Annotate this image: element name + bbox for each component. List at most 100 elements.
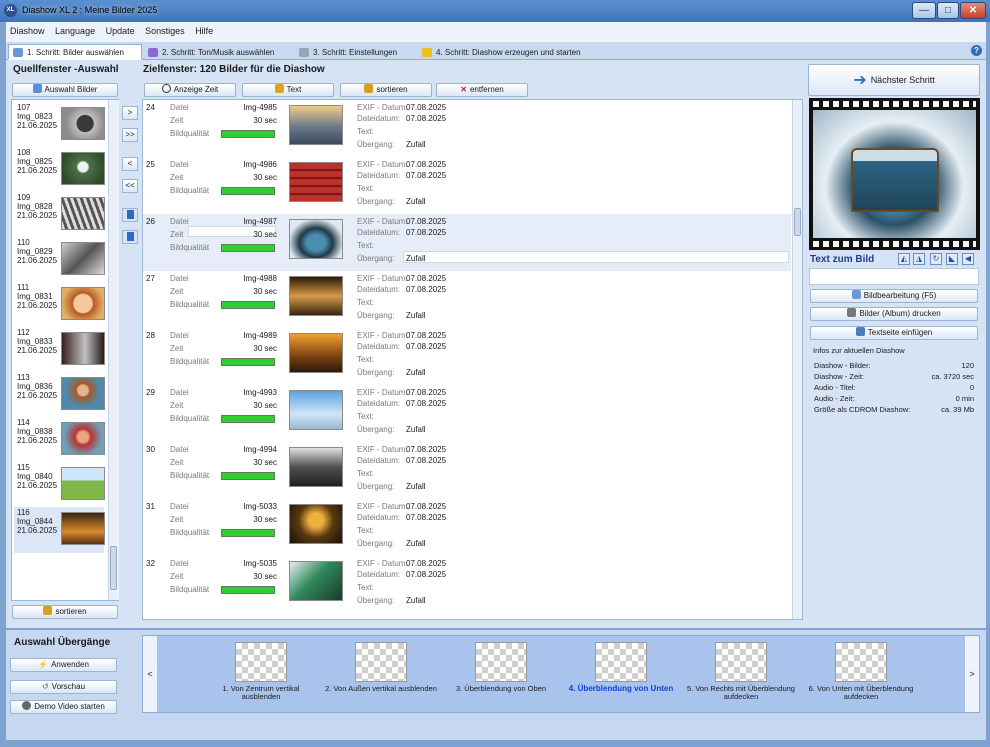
list-item[interactable]: 115 Img_0840 21.06.2025 [14, 462, 105, 505]
table-row[interactable]: 24 Datei Zeit Bildqualität Img-4985 30 sec EXI… [143, 100, 791, 157]
menu-update[interactable]: Update [102, 22, 139, 36]
quality-label: Bildqualität [170, 585, 210, 594]
app-icon: XL [4, 4, 17, 17]
source-scrollbar[interactable] [108, 100, 119, 600]
flip-vertical-icon[interactable]: ◀ [962, 253, 974, 265]
transition-label: Übergang: [357, 482, 395, 491]
transition-item[interactable]: 6. Von Unten mit Überblendung aufdecken [805, 642, 917, 701]
quality-bar [221, 130, 275, 138]
minimize-button[interactable]: — [912, 2, 936, 19]
display-time-button[interactable]: Anzeige Zeit [144, 83, 236, 97]
info-row: Größe als CDROM Diashow: ca. 39 Mb [814, 405, 974, 414]
scrollbar-thumb[interactable] [794, 208, 801, 236]
preview-button[interactable]: ↺ Vorschau [10, 680, 117, 694]
transition-field[interactable] [403, 251, 789, 263]
exif-label: EXIF - Datum: [357, 274, 408, 283]
add-button[interactable]: > [122, 106, 138, 120]
filedate-label: Dateidatum: [357, 399, 401, 408]
list-item[interactable]: 109 Img_0828 21.06.2025 [14, 192, 105, 235]
time-label: Zeit [170, 515, 184, 524]
add-all-button[interactable]: >> [122, 128, 138, 142]
file-name: Img-5033 [243, 502, 277, 511]
demo-video-button[interactable]: Demo Video starten [10, 700, 117, 714]
menu-language[interactable]: Language [51, 22, 99, 36]
tab-step-3[interactable]: 3. Schritt: Einstellungen [294, 44, 416, 60]
table-row[interactable]: 30 Datei Zeit Bildqualität Img-4994 30 sec EXI… [143, 442, 791, 499]
source-sort-button[interactable]: sortieren [12, 605, 118, 619]
flip-horizontal-icon[interactable]: ◣ [946, 253, 958, 265]
time-label: Zeit [170, 287, 184, 296]
refresh-icon[interactable]: ↻ [930, 253, 942, 265]
remove-button[interactable]: < [122, 157, 138, 171]
transition-label: Übergang: [357, 197, 395, 206]
time-value: 30 sec [253, 344, 277, 353]
transitions-prev-button[interactable]: < [143, 636, 157, 712]
tab-step-4[interactable]: 4. Schritt: Diashow erzeugen und starten [417, 44, 617, 60]
table-row[interactable]: 27 Datei Zeit Bildqualität Img-4988 30 sec EXI… [143, 271, 791, 328]
apply-button[interactable]: ⚡ Anwenden [10, 658, 117, 672]
thumbnail-image [61, 152, 105, 185]
remove-images-button[interactable]: ✕ entfernen [436, 83, 528, 97]
move-up-icon[interactable] [122, 208, 138, 222]
text-button[interactable]: Text [242, 83, 334, 97]
list-item[interactable]: 110 Img_0829 21.06.2025 [14, 237, 105, 280]
transition-preview [475, 642, 527, 682]
transition-item[interactable]: 4. Überblendung von Unten [565, 642, 677, 693]
settings-icon [299, 48, 309, 57]
thumbnail-image [61, 422, 105, 455]
quality-label: Bildqualität [170, 129, 210, 138]
transition-item[interactable]: 5. Von Rechts mit Überblendung aufdecken [685, 642, 797, 701]
close-button[interactable]: ✕ [960, 2, 986, 19]
transition-item[interactable]: 1. Von Zentrum vertikal ausblenden [205, 642, 317, 701]
move-down-icon[interactable] [122, 230, 138, 244]
target-sort-button[interactable]: sortieren [340, 83, 432, 97]
menu-sonstiges[interactable]: Sonstiges [141, 22, 189, 36]
menu-diashow[interactable]: Diashow [6, 22, 49, 36]
list-item[interactable]: 114 Img_0838 21.06.2025 [14, 417, 105, 460]
row-thumbnail [289, 561, 343, 601]
image-text-input[interactable] [809, 268, 979, 285]
maximize-button[interactable]: □ [937, 2, 959, 19]
quality-label: Bildqualität [170, 300, 210, 309]
filedate-label: Dateidatum: [357, 228, 401, 237]
list-item[interactable]: 108 Img_0825 21.06.2025 [14, 147, 105, 190]
source-list[interactable]: 107 Img_0823 21.06.2025 108 Img_0825 21.06.2… [11, 99, 119, 601]
table-row[interactable]: 26 Datei Zeit Bildqualität Img-4987 30 sec EXI… [143, 214, 791, 271]
rotate-right-icon[interactable]: ◮ [913, 253, 925, 265]
file-date: 07.08.2025 [406, 285, 447, 294]
insert-textpage-button[interactable]: Textseite einfügen [810, 326, 978, 340]
row-number: 27 [146, 274, 155, 283]
file-date: 07.08.2025 [406, 399, 447, 408]
next-step-button[interactable]: ➔ Nächster Schritt [808, 64, 980, 96]
tab-step-2[interactable]: 2. Schritt: Ton/Musik auswählen [143, 44, 293, 60]
help-icon[interactable]: ? [971, 45, 982, 56]
arrow-right-icon: ➔ [853, 72, 867, 89]
list-item[interactable]: 113 Img_0836 21.06.2025 [14, 372, 105, 415]
quality-label: Bildqualität [170, 186, 210, 195]
list-item[interactable]: 116 Img_0844 21.06.2025 [14, 507, 105, 553]
image-edit-button[interactable]: Bildbearbeitung (F5) [810, 289, 978, 303]
transition-item[interactable]: 2. Von Außen vertikal ausblenden [325, 642, 437, 693]
table-row[interactable]: 28 Datei Zeit Bildqualität Img-4989 30 sec EXI… [143, 328, 791, 385]
table-row[interactable]: 31 Datei Zeit Bildqualität Img-5033 30 sec EXI… [143, 499, 791, 556]
table-row[interactable]: 25 Datei Zeit Bildqualität Img-4986 30 sec EXI… [143, 157, 791, 214]
remove-all-button[interactable]: << [122, 179, 138, 193]
table-row[interactable]: 29 Datei Zeit Bildqualität Img-4993 30 sec EXI… [143, 385, 791, 442]
tab-step-1[interactable]: 1. Schritt: Bilder auswählen [8, 44, 142, 60]
filedate-label: Dateidatum: [357, 570, 401, 579]
target-scrollbar[interactable] [792, 100, 802, 619]
list-item[interactable]: 112 Img_0833 21.06.2025 [14, 327, 105, 370]
list-item[interactable]: 111 Img_0831 21.06.2025 [14, 282, 105, 325]
scrollbar-thumb[interactable] [110, 546, 117, 590]
select-images-button[interactable]: Auswahl Bilder [12, 83, 118, 97]
table-row[interactable]: 32 Datei Zeit Bildqualität Img-5035 30 sec EXI… [143, 556, 791, 613]
list-item[interactable]: 107 Img_0823 21.06.2025 [14, 102, 105, 145]
transitions-next-button[interactable]: > [965, 636, 979, 712]
print-album-button[interactable]: Bilder (Album) drucken [810, 307, 978, 321]
quality-bar [221, 415, 275, 423]
thumbnail-image [61, 512, 105, 545]
menu-hilfe[interactable]: Hilfe [191, 22, 217, 36]
rotate-left-icon[interactable]: ◭ [898, 253, 910, 265]
thumbnail-image [61, 107, 105, 140]
transition-item[interactable]: 3. Überblendung von Oben [445, 642, 557, 693]
